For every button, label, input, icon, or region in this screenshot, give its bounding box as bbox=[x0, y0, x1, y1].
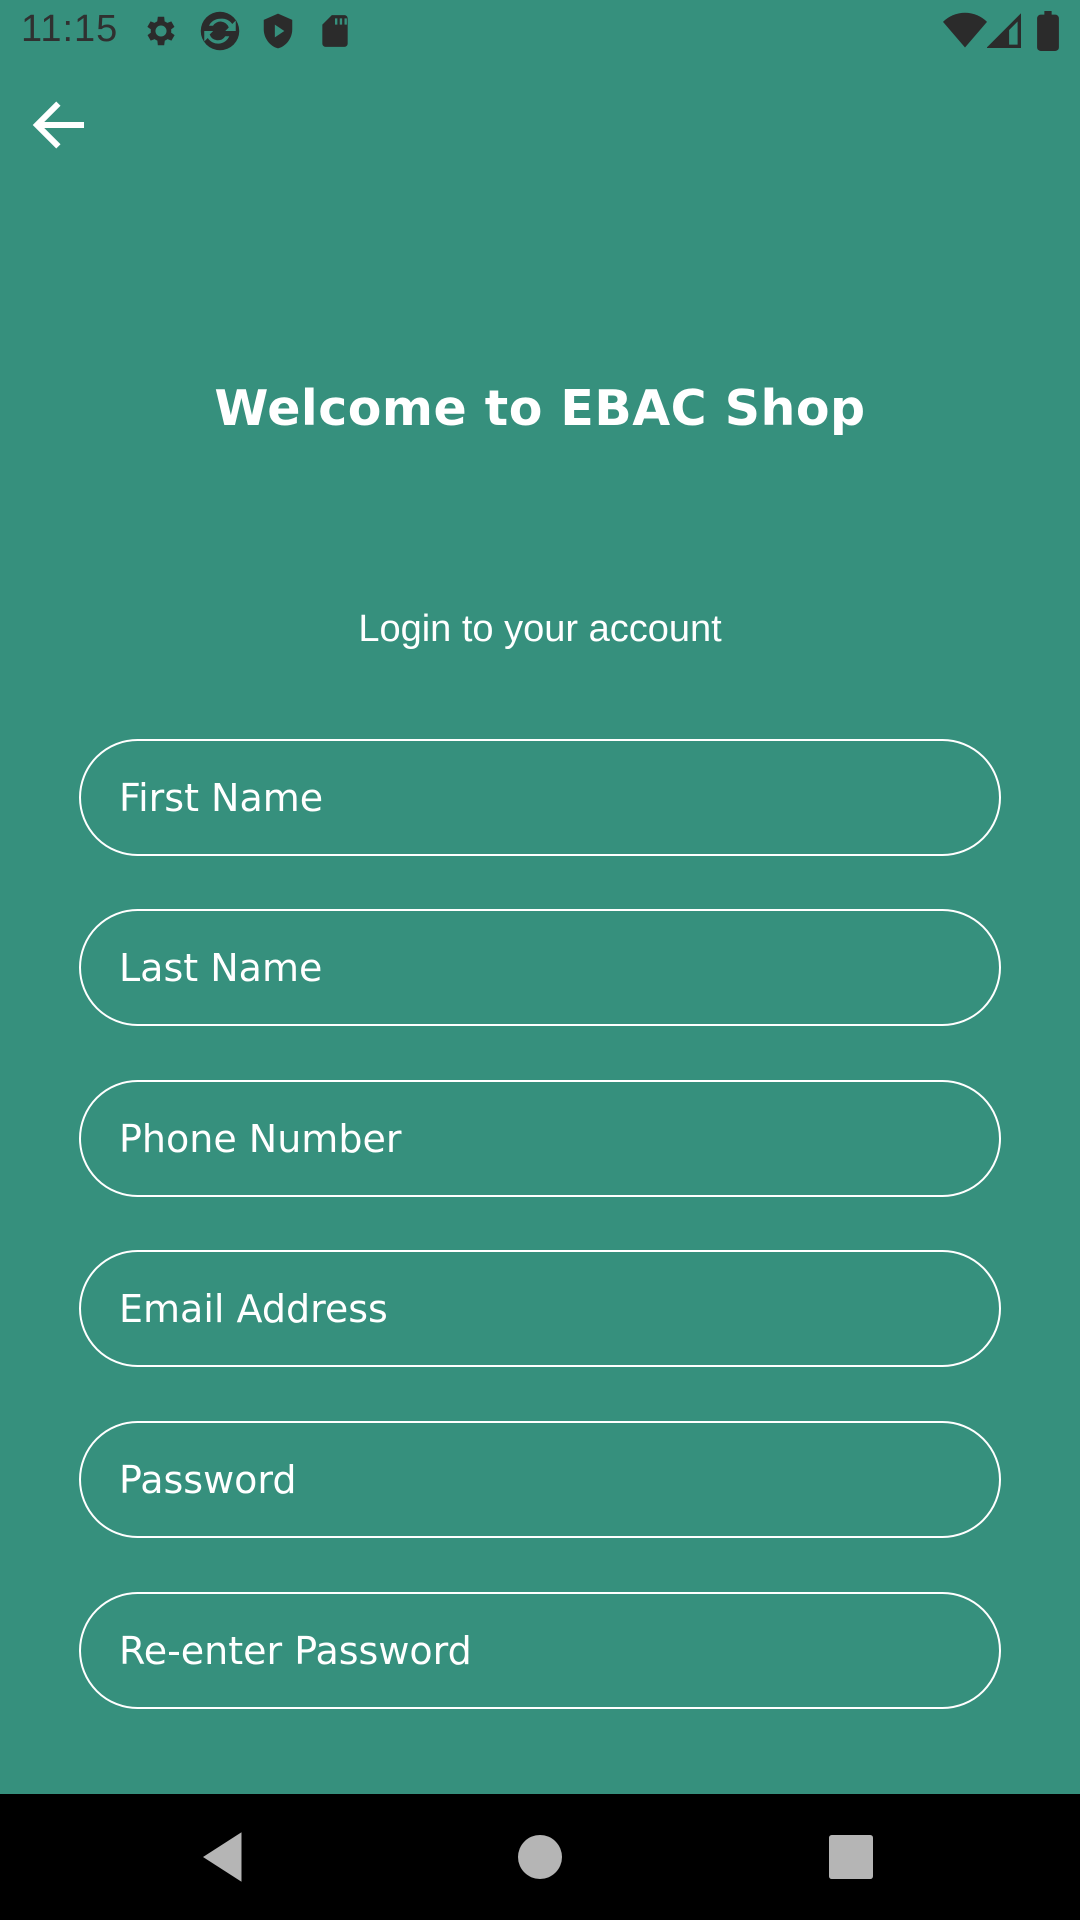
status-time: 11:15 bbox=[21, 8, 119, 50]
password-input[interactable] bbox=[119, 1423, 999, 1536]
shield-icon bbox=[259, 12, 297, 50]
password-field[interactable] bbox=[79, 1421, 1001, 1538]
battery-icon bbox=[1037, 11, 1059, 51]
last-name-input[interactable] bbox=[119, 911, 999, 1024]
home-circle-icon bbox=[518, 1835, 562, 1879]
page-subtitle: Login to your account bbox=[358, 608, 722, 650]
signal-icon bbox=[987, 12, 1021, 50]
phone-number-input[interactable] bbox=[119, 1082, 999, 1195]
recents-square-icon bbox=[829, 1835, 873, 1879]
navigation-bar bbox=[0, 1794, 1080, 1920]
nav-back-button[interactable] bbox=[192, 1824, 258, 1890]
arrow-left-icon bbox=[32, 101, 85, 149]
back-button[interactable] bbox=[26, 92, 92, 158]
last-name-field[interactable] bbox=[79, 909, 1001, 1026]
first-name-field[interactable] bbox=[79, 739, 1001, 856]
nav-recents-button[interactable] bbox=[818, 1824, 884, 1890]
nav-home-button[interactable] bbox=[507, 1824, 573, 1890]
page-title: Welcome to EBAC Shop bbox=[214, 380, 866, 437]
sync-icon bbox=[199, 10, 241, 52]
reenter-password-field[interactable] bbox=[79, 1592, 1001, 1709]
reenter-password-input[interactable] bbox=[119, 1594, 999, 1707]
wifi-icon bbox=[943, 12, 987, 50]
signup-screen: 11:15 Welcome to EBAC Shop Login to your bbox=[0, 0, 1080, 1920]
status-bar: 11:15 bbox=[0, 0, 1080, 63]
sd-card-icon bbox=[316, 12, 354, 50]
first-name-input[interactable] bbox=[119, 741, 999, 854]
phone-number-field[interactable] bbox=[79, 1080, 1001, 1197]
gear-icon bbox=[142, 12, 180, 50]
email-address-field[interactable] bbox=[79, 1250, 1001, 1367]
back-triangle-icon bbox=[203, 1832, 242, 1882]
email-address-input[interactable] bbox=[119, 1252, 999, 1365]
